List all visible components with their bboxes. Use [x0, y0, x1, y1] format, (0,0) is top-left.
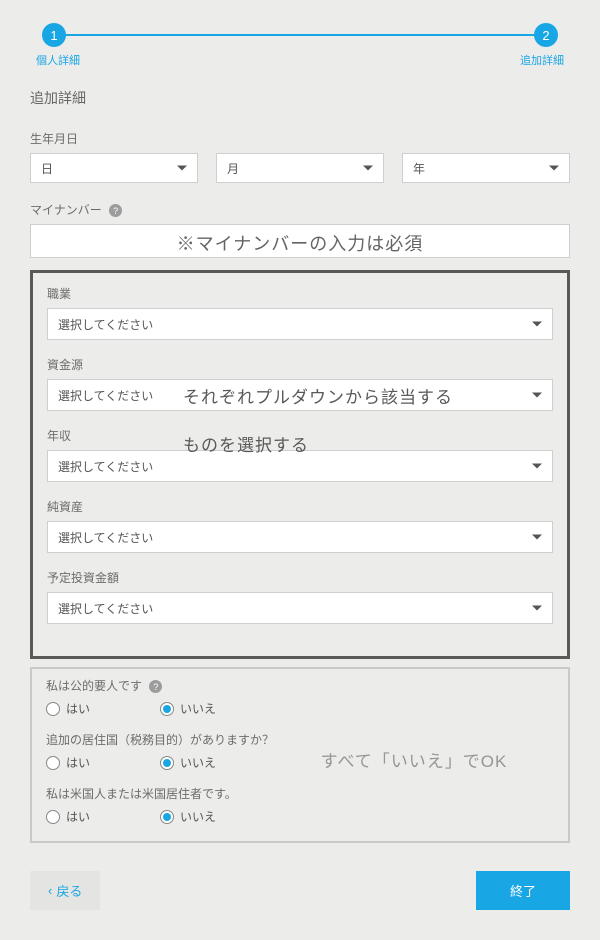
help-icon[interactable]: ? — [149, 680, 162, 693]
pep-yes-option[interactable]: はい — [46, 700, 90, 717]
dob-label: 生年月日 — [30, 130, 570, 147]
netassets-select[interactable]: 選択してください — [47, 521, 553, 553]
radio-icon — [160, 756, 174, 770]
usperson-label: 私は米国人または米国居住者です。 — [46, 785, 554, 802]
income-label: 年収 — [47, 427, 553, 444]
step-2-circle: 2 — [534, 23, 558, 47]
questions-box: 私は公的要人です ? はい いいえ 追加の居住国（税務目的）がありますか？ は — [30, 667, 570, 843]
income-value: 選択してください — [58, 458, 153, 475]
stepper-line — [54, 34, 546, 36]
radio-icon — [160, 810, 174, 824]
pep-label: 私は公的要人です ? — [46, 677, 554, 694]
dob-month-select[interactable]: 月 — [216, 153, 384, 183]
pep-no-label: いいえ — [180, 700, 216, 717]
back-button[interactable]: ‹ 戻る — [30, 871, 100, 910]
source-value: 選択してください — [58, 387, 153, 404]
pep-yes-label: はい — [66, 700, 90, 717]
taxres-no-option[interactable]: いいえ — [160, 754, 216, 771]
radio-icon — [160, 702, 174, 716]
radio-icon — [46, 810, 60, 824]
step-1-label: 個人詳細 — [36, 52, 80, 68]
financials-box: 職業 選択してください 資金源 選択してください 年収 選択してください 純資産… — [30, 270, 570, 659]
occupation-value: 選択してください — [58, 316, 153, 333]
netassets-value: 選択してください — [58, 529, 153, 546]
pep-no-option[interactable]: いいえ — [160, 700, 216, 717]
step-1-circle: 1 — [42, 23, 66, 47]
dob-day-value: 日 — [41, 160, 53, 177]
dob-year-value: 年 — [413, 160, 425, 177]
stepper: 1 2 個人詳細 追加詳細 — [30, 20, 570, 60]
source-select[interactable]: 選択してください — [47, 379, 553, 411]
mynumber-input[interactable] — [30, 224, 570, 258]
mynumber-label-text: マイナンバー — [30, 203, 102, 217]
planned-select[interactable]: 選択してください — [47, 592, 553, 624]
chevron-left-icon: ‹ — [48, 883, 52, 898]
dob-year-select[interactable]: 年 — [402, 153, 570, 183]
finish-button-label: 終了 — [510, 884, 536, 899]
help-icon[interactable]: ? — [109, 204, 122, 217]
radio-icon — [46, 702, 60, 716]
planned-value: 選択してください — [58, 600, 153, 617]
step-2-label: 追加詳細 — [520, 52, 564, 68]
finish-button[interactable]: 終了 — [476, 871, 570, 910]
radio-icon — [46, 756, 60, 770]
taxres-yes-option[interactable]: はい — [46, 754, 90, 771]
pep-label-text: 私は公的要人です — [46, 679, 142, 693]
usperson-no-option[interactable]: いいえ — [160, 808, 216, 825]
occupation-label: 職業 — [47, 285, 553, 302]
dob-month-value: 月 — [227, 160, 239, 177]
planned-label: 予定投資金額 — [47, 569, 553, 586]
taxres-yes-label: はい — [66, 754, 90, 771]
taxres-no-label: いいえ — [180, 754, 216, 771]
dob-day-select[interactable]: 日 — [30, 153, 198, 183]
usperson-yes-option[interactable]: はい — [46, 808, 90, 825]
usperson-yes-label: はい — [66, 808, 90, 825]
usperson-no-label: いいえ — [180, 808, 216, 825]
income-select[interactable]: 選択してください — [47, 450, 553, 482]
source-label: 資金源 — [47, 356, 553, 373]
occupation-select[interactable]: 選択してください — [47, 308, 553, 340]
taxres-label: 追加の居住国（税務目的）がありますか？ — [46, 731, 554, 748]
back-button-label: 戻る — [56, 881, 82, 900]
netassets-label: 純資産 — [47, 498, 553, 515]
mynumber-label: マイナンバー ? — [30, 201, 570, 218]
page-title: 追加詳細 — [30, 88, 570, 108]
